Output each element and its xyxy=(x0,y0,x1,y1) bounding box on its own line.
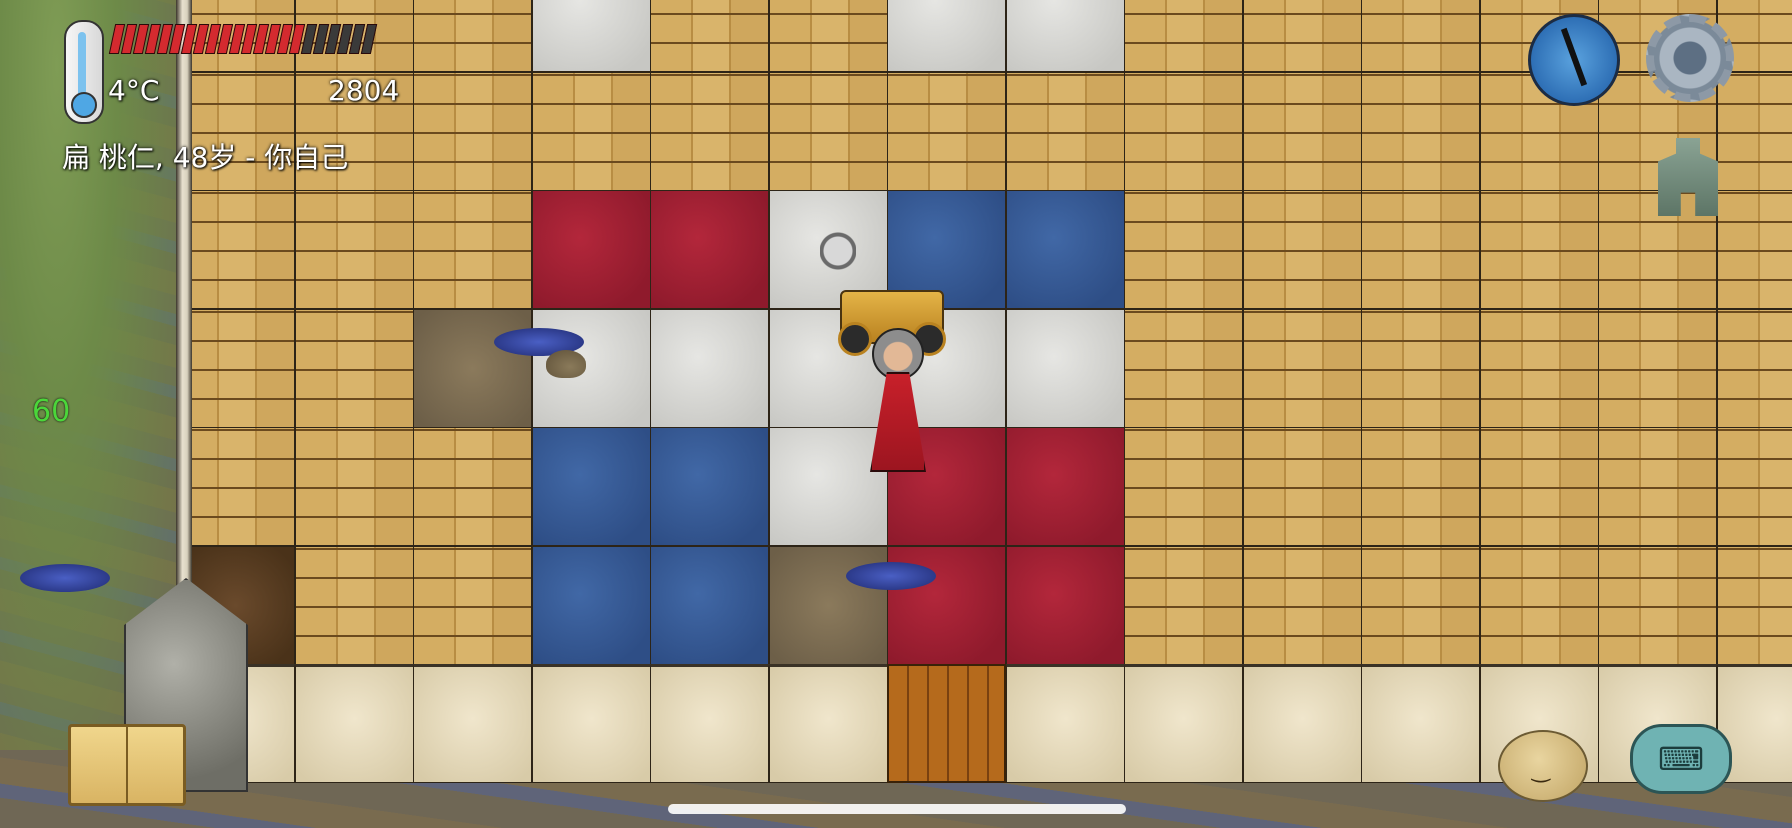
wood-floor-tile xyxy=(176,308,295,428)
compass-icon[interactable] xyxy=(1528,14,1620,106)
white-carpet-tile xyxy=(1005,0,1125,72)
wood-floor-tile xyxy=(1598,427,1717,546)
book-icon[interactable] xyxy=(68,724,186,806)
gear-icon[interactable] xyxy=(1646,14,1734,102)
plaster-wall xyxy=(176,0,192,590)
wood-floor-tile xyxy=(887,71,1006,191)
stone-wall-block xyxy=(650,664,769,783)
stone-wall-block xyxy=(1242,664,1362,783)
wood-floor-tile xyxy=(1479,308,1599,428)
red-carpet-tile xyxy=(1005,427,1125,546)
wood-floor-tile xyxy=(176,427,295,546)
wood-floor-tile xyxy=(1124,0,1243,72)
wood-floor-tile xyxy=(1124,545,1243,665)
home-indicator[interactable] xyxy=(668,804,1126,814)
stone-wall-block xyxy=(1361,664,1480,783)
wood-floor-tile xyxy=(294,427,414,546)
wood-floor-tile xyxy=(1479,190,1599,309)
wood-floor-tile xyxy=(1242,0,1362,72)
stone-wall-block xyxy=(1005,664,1125,783)
wood-floor-tile xyxy=(1361,190,1480,309)
wood-floor-tile xyxy=(413,0,532,72)
wood-floor-tile xyxy=(1124,71,1243,191)
wood-floor-tile xyxy=(1005,71,1125,191)
wood-floor-tile xyxy=(413,190,532,309)
white-carpet-tile xyxy=(531,0,651,72)
canada-goose[interactable] xyxy=(546,350,586,378)
stone-wall-block xyxy=(531,664,651,783)
wood-floor-tile xyxy=(1361,545,1480,665)
wood-floor-tile xyxy=(1361,71,1480,191)
stone-wall-block xyxy=(413,664,532,783)
wood-floor-tile xyxy=(176,190,295,309)
wood-floor-tile xyxy=(1361,0,1480,72)
wood-floor-tile xyxy=(1479,427,1599,546)
red-carpet-tile xyxy=(650,190,769,309)
wood-floor-tile xyxy=(1242,190,1362,309)
wood-floor-tile xyxy=(413,427,532,546)
wood-floor-tile xyxy=(1716,190,1792,309)
red-carpet-tile xyxy=(1005,545,1125,665)
wood-floor-tile xyxy=(531,71,651,191)
red-carpet-tile xyxy=(531,190,651,309)
keyboard-chat-icon[interactable]: ⌨ xyxy=(1630,724,1732,794)
thermometer-bulb xyxy=(71,92,97,118)
blue-carpet-tile xyxy=(650,545,769,665)
blue-carpet-tile xyxy=(1005,190,1125,309)
wood-floor-tile xyxy=(294,308,414,428)
wood-floor-tile xyxy=(1242,308,1362,428)
compass-needle xyxy=(1560,27,1588,87)
wood-floor-tile xyxy=(1716,308,1792,428)
pond[interactable] xyxy=(20,564,110,592)
white-carpet-tile xyxy=(887,0,1006,72)
blue-carpet-tile xyxy=(650,427,769,546)
player-red-dress xyxy=(870,372,926,472)
wood-floor-tile xyxy=(1242,427,1362,546)
white-carpet-tile xyxy=(650,308,769,428)
wood-floor-tile xyxy=(1242,545,1362,665)
wood-floor-tile xyxy=(768,0,888,72)
wooden-door[interactable] xyxy=(887,664,1006,783)
wood-floor-tile xyxy=(1479,545,1599,665)
wood-floor-tile xyxy=(768,71,888,191)
wood-floor-tile xyxy=(1361,427,1480,546)
blue-carpet-tile xyxy=(531,427,651,546)
food-meter xyxy=(108,24,415,54)
wood-floor-tile xyxy=(1598,545,1717,665)
wood-floor-tile xyxy=(294,190,414,309)
wood-floor-tile xyxy=(1124,427,1243,546)
machine-part[interactable] xyxy=(820,230,856,290)
wood-floor-tile xyxy=(1716,545,1792,665)
wood-floor-tile xyxy=(1716,71,1792,191)
stone-wall-block xyxy=(294,664,414,783)
blue-carpet-tile xyxy=(531,545,651,665)
wood-floor-tile xyxy=(1242,71,1362,191)
emote-face-icon[interactable] xyxy=(1498,730,1588,802)
fps-counter: 60 xyxy=(32,394,71,429)
wood-floor-tile xyxy=(650,0,769,72)
wood-floor-tile xyxy=(294,545,414,665)
wood-floor-tile xyxy=(650,71,769,191)
player-name-age: 扁 桃仁, 48岁 - 你自己 xyxy=(62,141,349,174)
wood-floor-tile xyxy=(1716,427,1792,546)
wood-floor-tile xyxy=(413,545,532,665)
wood-floor-tile xyxy=(1598,308,1717,428)
temperature-label: 4°C xyxy=(108,74,160,107)
wood-floor-tile xyxy=(413,71,532,191)
stone-wall-block xyxy=(1124,664,1243,783)
score-label: 2804 xyxy=(328,74,400,107)
dirt-tile xyxy=(413,308,532,428)
wood-floor-tile xyxy=(1361,308,1480,428)
pond[interactable] xyxy=(846,562,936,590)
stone-wall-block xyxy=(768,664,888,783)
wood-floor-tile xyxy=(1124,190,1243,309)
game-world[interactable] xyxy=(0,0,1792,828)
wood-floor-tile xyxy=(1124,308,1243,428)
white-carpet-tile xyxy=(1005,308,1125,428)
player-character[interactable] xyxy=(862,328,932,478)
